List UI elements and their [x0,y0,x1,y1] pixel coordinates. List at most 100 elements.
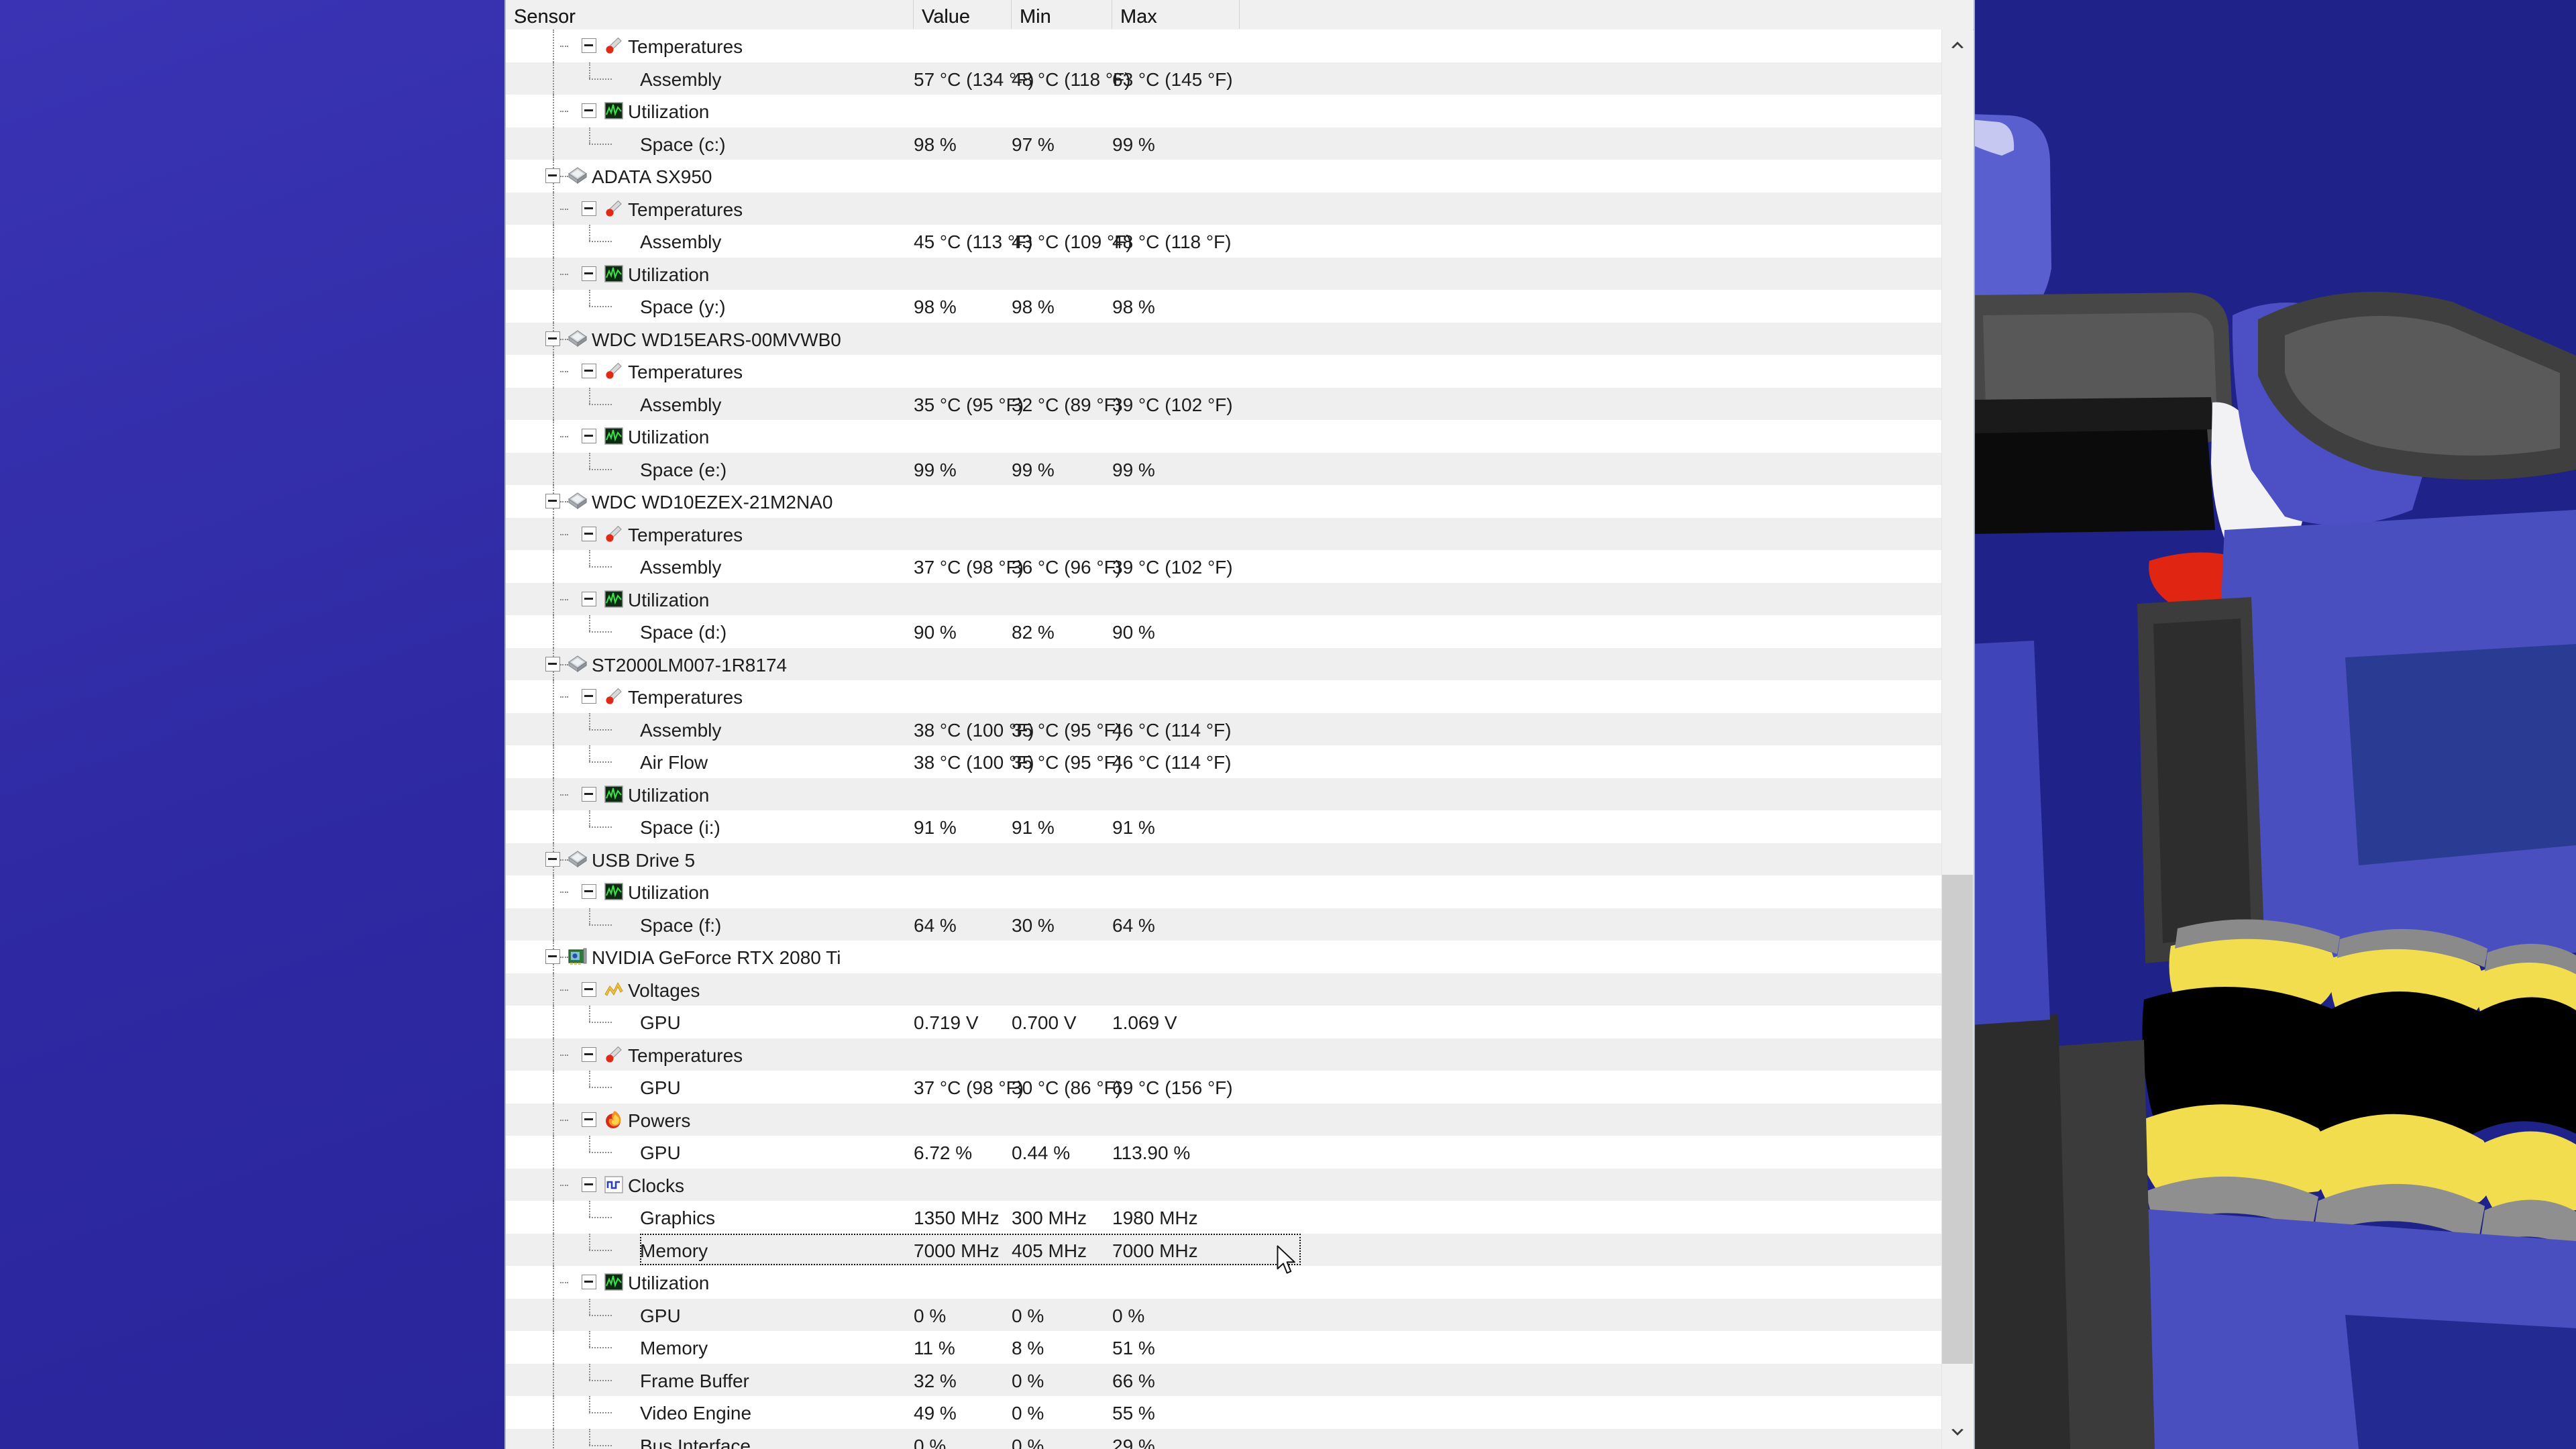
tree-expander-collapse-button[interactable] [582,201,596,216]
tree-row-label: Space (f:) [640,914,722,936]
tree-row[interactable]: Memory 7000 MHz 405 MHz 7000 MHz [506,1233,1941,1266]
thermometer-icon [606,362,622,379]
tree-row[interactable]: Temperatures [506,517,1941,550]
tree-row[interactable]: Temperatures [506,30,1941,62]
tree-guide-line [553,875,554,908]
tree-row[interactable]: USB Drive 5 [506,843,1941,875]
scrollbar-thumb[interactable] [1942,875,1973,1364]
mecha-character-illustration [1970,0,2576,1449]
tree-row[interactable]: Air Flow 38 °C (100 °F) 35 °C (95 °F) 46 °C… [506,745,1941,778]
tree-row[interactable]: Space (e:) 99 % 99 % 99 % [506,452,1941,485]
tree-row[interactable]: Assembly 35 °C (95 °F) 32 °C (89 °F) 39 °C … [506,387,1941,420]
tree-expander-collapse-button[interactable] [582,429,596,443]
tree-row[interactable]: Video Engine 49 % 0 % 55 % [506,1396,1941,1429]
tree-row[interactable]: Utilization [506,582,1941,615]
cell-max: 64 % [1112,914,1155,936]
vertical-scrollbar[interactable] [1941,30,1973,1449]
cell-value: 35 °C (95 °F) [914,394,1024,415]
column-header-max[interactable]: Max [1112,0,1240,29]
tree-expander-collapse-button[interactable] [545,168,560,183]
tree-row[interactable]: Assembly 37 °C (98 °F) 36 °C (96 °F) 39 °C … [506,550,1941,583]
tree-expander-collapse-button[interactable] [582,1046,596,1062]
tree-row[interactable]: Utilization [506,875,1941,908]
tree-row[interactable]: WDC WD15EARS-00MVWB0 [506,322,1941,355]
hdd-icon-wrapper [568,166,588,186]
cell-value: 98 % [914,133,957,155]
column-header-sensor[interactable]: Sensor [506,0,914,29]
tree-elbow-line [560,1054,568,1056]
tree-row[interactable]: GPU 37 °C (98 °F) 30 °C (86 °F) 69 °C (156 … [506,1071,1941,1104]
tree-row[interactable]: Space (f:) 64 % 30 % 64 % [506,908,1941,941]
column-header-min[interactable]: Min [1012,0,1112,29]
tree-guide-line [553,1331,554,1364]
tree-elbow-line [589,403,612,405]
tree-expander-collapse-button[interactable] [582,364,596,378]
tree-row[interactable]: Temperatures [506,1038,1941,1071]
tree-row-label: Memory [640,1338,708,1358]
tree-row[interactable]: Frame Buffer 32 % 0 % 66 % [506,1363,1941,1396]
tree-expander-collapse-button[interactable] [582,266,596,281]
tree-row[interactable]: GPU 6.72 % 0.44 % 113.90 % [506,1136,1941,1169]
tree-row[interactable]: Space (y:) 98 % 98 % 98 % [506,290,1941,323]
tree-guide-line [553,1233,554,1266]
tree-elbow-line [560,794,568,796]
tree-row[interactable]: Assembly 38 °C (100 °F) 35 °C (95 °F) 46 °C… [506,712,1941,745]
tree-expander-collapse-button[interactable] [582,1275,596,1289]
tree-elbow-line [560,1119,568,1121]
tree-row[interactable]: Clocks [506,1168,1941,1201]
tree-row[interactable]: Assembly 57 °C (134 °F) 48 °C (118 °F) 63 °… [506,62,1941,95]
tree-row[interactable]: Assembly 45 °C (113 °F) 43 °C (109 °F) 48 °… [506,225,1941,258]
tree-expander-collapse-button[interactable] [545,656,560,672]
tree-row[interactable]: ADATA SX950 [506,160,1941,193]
tree-row[interactable]: Voltages [506,973,1941,1006]
tree-row[interactable]: Graphics 1350 MHz 300 MHz 1980 MHz [506,1201,1941,1234]
tree-elbow-line [589,241,612,243]
tree-row[interactable]: Bus Interface 0 % 0 % 29 % [506,1428,1941,1449]
voltage-icon-wrapper [604,979,624,1000]
tree-expander-collapse-button[interactable] [582,786,596,802]
tree-expander-collapse-button[interactable] [545,851,560,867]
tree-row[interactable]: Space (c:) 98 % 97 % 99 % [506,127,1941,160]
tree-row-label: Temperatures [628,1044,743,1066]
tree-row[interactable]: Utilization [506,95,1941,127]
tree-expander-collapse-button[interactable] [582,103,596,118]
column-header-spacer[interactable] [1240,0,1971,29]
tree-row[interactable]: Utilization [506,257,1941,290]
tree-expander-collapse-button[interactable] [582,884,596,899]
tree-row[interactable]: Space (d:) 90 % 82 % 90 % [506,615,1941,648]
tree-expander-collapse-button[interactable] [582,1112,596,1127]
tree-row[interactable]: Temperatures [506,192,1941,225]
tree-row[interactable]: GPU 0.719 V 0.700 V 1.069 V [506,1006,1941,1038]
tree-expander-collapse-button[interactable] [545,331,560,346]
tree-expander-collapse-button[interactable] [582,38,596,53]
tree-row[interactable]: ST2000LM007-1R8174 [506,647,1941,680]
scroll-up-arrow-icon[interactable] [1942,30,1973,60]
scroll-down-arrow-icon[interactable] [1942,1418,1973,1449]
tree-row-label: Space (d:) [640,622,727,643]
tree-row[interactable]: Powers [506,1103,1941,1136]
tree-expander-collapse-button[interactable] [582,981,596,997]
tree-row-values [914,647,1941,680]
tree-row[interactable]: Space (i:) 91 % 91 % 91 % [506,810,1941,843]
tree-row[interactable]: Temperatures [506,355,1941,388]
tree-expander-collapse-button[interactable] [582,1177,596,1192]
tree-row[interactable]: Memory 11 % 8 % 51 % [506,1331,1941,1364]
tree-row[interactable]: Utilization [506,420,1941,453]
tree-expander-collapse-button[interactable] [582,689,596,704]
tree-row[interactable]: Utilization [506,1266,1941,1299]
hdd-icon-wrapper [568,654,588,674]
column-header-value[interactable]: Value [914,0,1012,29]
tree-row[interactable]: GPU 0 % 0 % 0 % [506,1298,1941,1331]
tree-row[interactable]: NVIDIA GeForce RTX 2080 Ti [506,941,1941,973]
tree-row-values [914,1038,1941,1071]
tree-expander-collapse-button[interactable] [545,494,560,508]
tree-expander-collapse-button[interactable] [582,591,596,606]
sensor-tree-list[interactable]: Temperatures Assembly 57 °C (134 °F) 48 °C … [506,30,1941,1449]
tree-row-label: Air Flow [640,752,708,773]
tree-row[interactable]: Utilization [506,777,1941,810]
tree-row[interactable]: Temperatures [506,680,1941,713]
tree-expander-collapse-button[interactable] [582,526,596,541]
tree-expander-collapse-button[interactable] [545,949,560,964]
thermometer-icon [606,525,622,542]
tree-row[interactable]: WDC WD10EZEX-21M2NA0 [506,485,1941,518]
